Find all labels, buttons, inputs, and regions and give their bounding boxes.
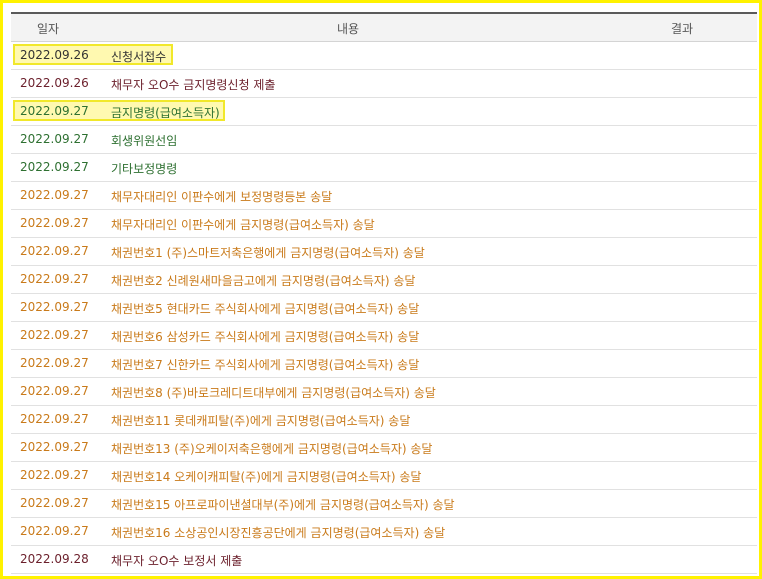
row-date: 2022.09.27 bbox=[20, 188, 89, 202]
table-row: 2022.09.27 채무자대리인 이판수에게 금지명령(급여소득자) 송달 bbox=[11, 210, 757, 238]
row-content: 채권번호6 삼성카드 주식회사에게 금지명령(급여소득자) 송달 bbox=[111, 330, 420, 344]
table-row: 2022.09.27 채권번호5 현대카드 주식회사에게 금지명령(급여소득자) … bbox=[11, 294, 757, 322]
case-progress-table: 일자 내용 결과 2022.09.26 신청서접수 2022.09.26 채무자 오O… bbox=[11, 12, 757, 574]
row-date: 2022.09.27 bbox=[20, 272, 89, 286]
row-content: 채권번호5 현대카드 주식회사에게 금지명령(급여소득자) 송달 bbox=[111, 302, 420, 316]
row-date: 2022.09.27 bbox=[20, 244, 89, 258]
row-content: 신청서접수 bbox=[111, 50, 167, 64]
row-date: 2022.09.26 bbox=[20, 76, 89, 90]
table-row: 2022.09.27 금지명령(급여소득자) bbox=[11, 98, 757, 126]
table-header: 일자 내용 결과 bbox=[11, 14, 757, 42]
row-date: 2022.09.27 bbox=[20, 356, 89, 370]
outer-frame: 일자 내용 결과 2022.09.26 신청서접수 2022.09.26 채무자 오O… bbox=[0, 0, 762, 579]
row-content: 채권번호7 신한카드 주식회사에게 금지명령(급여소득자) 송달 bbox=[111, 358, 420, 372]
row-content: 채권번호1 (주)스마트저축은행에게 금지명령(급여소득자) 송달 bbox=[111, 246, 425, 260]
row-content: 채권번호16 소상공인시장진흥공단에게 금지명령(급여소득자) 송달 bbox=[111, 526, 446, 540]
table-row: 2022.09.26 채무자 오O수 금지명령신청 제출 bbox=[11, 70, 757, 98]
row-date: 2022.09.27 bbox=[20, 160, 89, 174]
row-date: 2022.09.27 bbox=[20, 412, 89, 426]
table-row: 2022.09.27 채권번호14 오케이캐피탈(주)에게 금지명령(급여소득자)… bbox=[11, 462, 757, 490]
table-row: 2022.09.26 신청서접수 bbox=[11, 42, 757, 70]
row-date: 2022.09.27 bbox=[20, 104, 89, 118]
row-content: 기타보정명령 bbox=[111, 162, 178, 176]
table-body: 2022.09.26 신청서접수 2022.09.26 채무자 오O수 금지명령신청 … bbox=[11, 42, 757, 574]
row-content: 채무자 오O수 보정서 제출 bbox=[111, 554, 243, 568]
row-date: 2022.09.27 bbox=[20, 328, 89, 342]
row-content: 채무자대리인 이판수에게 보정명령등본 송달 bbox=[111, 190, 333, 204]
row-content: 채권번호8 (주)바로크레디트대부에게 금지명령(급여소득자) 송달 bbox=[111, 386, 436, 400]
table-row: 2022.09.27 채권번호7 신한카드 주식회사에게 금지명령(급여소득자) … bbox=[11, 350, 757, 378]
row-content: 채권번호15 아프로파이낸셜대부(주)에게 금지명령(급여소득자) 송달 bbox=[111, 498, 455, 512]
table-row: 2022.09.27 채권번호1 (주)스마트저축은행에게 금지명령(급여소득자)… bbox=[11, 238, 757, 266]
row-date: 2022.09.28 bbox=[20, 552, 89, 566]
row-date: 2022.09.27 bbox=[20, 216, 89, 230]
row-content: 회생위원선임 bbox=[111, 134, 178, 148]
row-date: 2022.09.27 bbox=[20, 440, 89, 454]
table-row: 2022.09.28 채무자 오O수 보정서 제출 bbox=[11, 546, 757, 574]
header-content: 내용 bbox=[337, 22, 360, 36]
table-row: 2022.09.27 채권번호13 (주)오케이저축은행에게 금지명령(급여소득자… bbox=[11, 434, 757, 462]
table-row: 2022.09.27 기타보정명령 bbox=[11, 154, 757, 182]
row-date: 2022.09.27 bbox=[20, 300, 89, 314]
row-content: 채권번호2 신례원새마을금고에게 금지명령(급여소득자) 송달 bbox=[111, 274, 416, 288]
row-content: 채권번호14 오케이캐피탈(주)에게 금지명령(급여소득자) 송달 bbox=[111, 470, 422, 484]
row-date: 2022.09.27 bbox=[20, 496, 89, 510]
row-date: 2022.09.26 bbox=[20, 48, 89, 62]
row-date: 2022.09.27 bbox=[20, 468, 89, 482]
table-row: 2022.09.27 채무자대리인 이판수에게 보정명령등본 송달 bbox=[11, 182, 757, 210]
table-row: 2022.09.27 채권번호15 아프로파이낸셜대부(주)에게 금지명령(급여소… bbox=[11, 490, 757, 518]
table-row: 2022.09.27 채권번호8 (주)바로크레디트대부에게 금지명령(급여소득자… bbox=[11, 378, 757, 406]
row-date: 2022.09.27 bbox=[20, 384, 89, 398]
row-content: 채무자대리인 이판수에게 금지명령(급여소득자) 송달 bbox=[111, 218, 375, 232]
header-result: 결과 bbox=[671, 22, 694, 36]
row-date: 2022.09.27 bbox=[20, 132, 89, 146]
table-row: 2022.09.27 채권번호2 신례원새마을금고에게 금지명령(급여소득자) 송… bbox=[11, 266, 757, 294]
header-date: 일자 bbox=[37, 22, 60, 36]
table-row: 2022.09.27 채권번호6 삼성카드 주식회사에게 금지명령(급여소득자) … bbox=[11, 322, 757, 350]
table-row: 2022.09.27 채권번호16 소상공인시장진흥공단에게 금지명령(급여소득자… bbox=[11, 518, 757, 546]
table-row: 2022.09.27 채권번호11 롯데캐피탈(주)에게 금지명령(급여소득자) … bbox=[11, 406, 757, 434]
row-date: 2022.09.27 bbox=[20, 524, 89, 538]
table-row: 2022.09.27 회생위원선임 bbox=[11, 126, 757, 154]
row-content: 채무자 오O수 금지명령신청 제출 bbox=[111, 78, 276, 92]
row-content: 채권번호11 롯데캐피탈(주)에게 금지명령(급여소득자) 송달 bbox=[111, 414, 411, 428]
row-content: 금지명령(급여소득자) bbox=[111, 106, 220, 120]
row-content: 채권번호13 (주)오케이저축은행에게 금지명령(급여소득자) 송달 bbox=[111, 442, 433, 456]
